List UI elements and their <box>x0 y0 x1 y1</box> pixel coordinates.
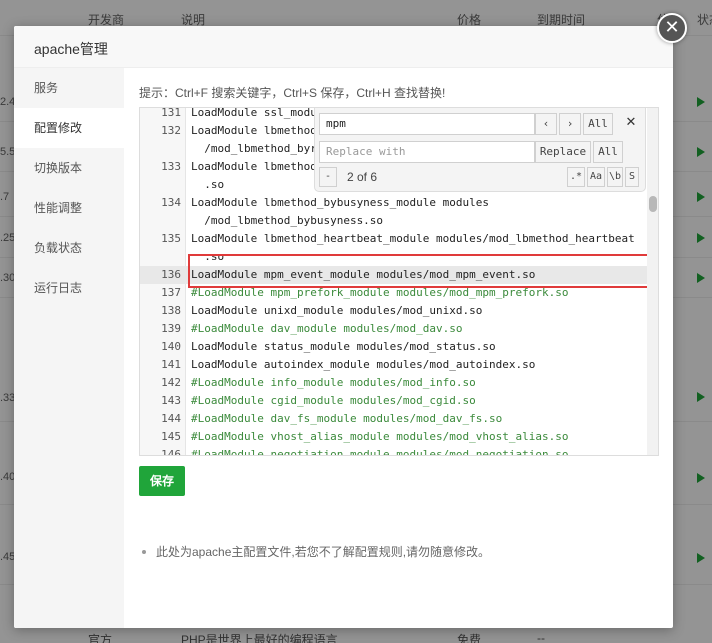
chevron-left-icon[interactable]: ‹ <box>535 113 557 135</box>
line-number: 141 <box>161 358 181 371</box>
editor-line[interactable]: /mod_lbmethod_bybusyness.so <box>140 212 648 230</box>
line-number: 139 <box>161 322 181 335</box>
line-number: 138 <box>161 304 181 317</box>
line-number: 134 <box>161 196 181 209</box>
code-editor[interactable]: 131 LoadModule ssl_module 132 LoadModule lb… <box>139 107 659 456</box>
code-text[interactable]: .so <box>191 176 224 194</box>
config-note: 此处为apache主配置文件,若您不了解配置规则,请勿随意修改。 <box>139 543 490 560</box>
save-button[interactable]: 保存 <box>139 466 185 496</box>
regex-toggle[interactable]: .* <box>567 167 585 187</box>
line-number: 136 <box>161 268 181 281</box>
code-text[interactable]: #LoadModule dav_fs_module modules/mod_da… <box>191 410 502 428</box>
code-text[interactable]: #LoadModule negotiation_module modules/m… <box>191 446 569 455</box>
search-input[interactable]: mpm <box>319 113 535 135</box>
editor-line[interactable]: 138 LoadModule unixd_module modules/mod_u… <box>140 302 648 320</box>
scrollbar-thumb[interactable] <box>649 196 657 212</box>
whole-word-toggle[interactable]: \b <box>607 167 623 187</box>
apache-manager-dialog: apache管理 服务 配置修改 切换版本 性能调整 负载状态 运行日志 提示：… <box>14 26 673 628</box>
config-content: 提示：Ctrl+F 搜索关键字，Ctrl+S 保存，Ctrl+H 查找替换! 1… <box>139 68 673 628</box>
editor-line[interactable]: 142 #LoadModule info_module modules/mod_i… <box>140 374 648 392</box>
editor-line[interactable]: 141 LoadModule autoindex_module modules/m… <box>140 356 648 374</box>
code-text[interactable]: LoadModule ssl_module <box>191 108 330 122</box>
line-number: 140 <box>161 340 181 353</box>
line-number: 146 <box>161 448 181 456</box>
code-text[interactable]: LoadModule mpm_event_module modules/mod_… <box>191 266 535 284</box>
dialog-title: apache管理 <box>34 41 108 57</box>
code-text[interactable]: LoadModule lbmethod_bybusyness_module mo… <box>191 194 489 212</box>
replace-button[interactable]: Replace <box>535 141 591 163</box>
sidebar-item-switch-version[interactable]: 切换版本 <box>14 148 124 188</box>
code-text[interactable]: #LoadModule cgid_module modules/mod_cgid… <box>191 392 476 410</box>
code-text[interactable]: #LoadModule dav_module modules/mod_dav.s… <box>191 320 463 338</box>
line-number: 132 <box>161 124 181 137</box>
code-text[interactable]: LoadModule unixd_module modules/mod_unix… <box>191 302 482 320</box>
replace-input[interactable]: Replace with <box>319 141 535 163</box>
sidebar-item-service[interactable]: 服务 <box>14 68 124 108</box>
editor-line[interactable]: .so <box>140 248 648 266</box>
bullet-icon <box>142 549 146 554</box>
line-number: 145 <box>161 430 181 443</box>
code-text[interactable]: #LoadModule info_module modules/mod_info… <box>191 374 476 392</box>
line-number: 135 <box>161 232 181 245</box>
dialog-sidebar: 服务 配置修改 切换版本 性能调整 负载状态 运行日志 <box>14 68 124 628</box>
editor-line[interactable]: 134 LoadModule lbmethod_bybusyness_module… <box>140 194 648 212</box>
close-icon[interactable]: ✕ <box>621 113 641 133</box>
code-text[interactable]: LoadModule status_module modules/mod_sta… <box>191 338 496 356</box>
shortcut-tip: 提示：Ctrl+F 搜索关键字，Ctrl+S 保存，Ctrl+H 查找替换! <box>139 86 446 100</box>
code-text[interactable]: LoadModule lbmethod_heartbeat_module mod… <box>191 230 635 248</box>
note-text: 此处为apache主配置文件,若您不了解配置规则,请勿随意修改。 <box>156 545 491 559</box>
editor-line[interactable]: 140 LoadModule status_module modules/mod_… <box>140 338 648 356</box>
line-number: 131 <box>161 107 181 119</box>
editor-line[interactable]: 135 LoadModule lbmethod_heartbeat_module … <box>140 230 648 248</box>
sidebar-item-performance[interactable]: 性能调整 <box>14 188 124 228</box>
editor-line[interactable]: 137 #LoadModule mpm_prefork_module module… <box>140 284 648 302</box>
code-text[interactable]: #LoadModule mpm_prefork_module modules/m… <box>191 284 569 302</box>
editor-line[interactable]: 143 #LoadModule cgid_module modules/mod_c… <box>140 392 648 410</box>
editor-line[interactable]: 146 #LoadModule negotiation_module module… <box>140 446 648 456</box>
replace-all-button[interactable]: All <box>593 141 623 163</box>
close-icon[interactable]: ✕ <box>657 13 687 43</box>
line-number: 133 <box>161 160 181 173</box>
find-all-button[interactable]: All <box>583 113 613 135</box>
chevron-right-icon[interactable]: › <box>559 113 581 135</box>
sidebar-item-config[interactable]: 配置修改 <box>14 108 124 148</box>
editor-line[interactable]: 139 #LoadModule dav_module modules/mod_da… <box>140 320 648 338</box>
case-sensitive-toggle[interactable]: Aa <box>587 167 605 187</box>
editor-line[interactable]: 136 LoadModule mpm_event_module modules/m… <box>140 266 648 284</box>
line-number: 142 <box>161 376 181 389</box>
line-number: 144 <box>161 412 181 425</box>
line-number: 137 <box>161 286 181 299</box>
search-in-selection-toggle[interactable]: S <box>625 167 639 187</box>
search-replace-panel: mpm ‹ › All ✕ Replace with Replace All -… <box>314 108 646 192</box>
sidebar-item-logs[interactable]: 运行日志 <box>14 268 124 308</box>
code-text[interactable]: LoadModule autoindex_module modules/mod_… <box>191 356 535 374</box>
code-text[interactable]: /mod_lbmethod_bybusyness.so <box>191 212 383 230</box>
editor-scrollbar[interactable] <box>647 108 658 455</box>
sidebar-item-load-status[interactable]: 负载状态 <box>14 228 124 268</box>
collapse-button[interactable]: - <box>319 167 337 187</box>
editor-line[interactable]: 145 #LoadModule vhost_alias_module module… <box>140 428 648 446</box>
line-number: 143 <box>161 394 181 407</box>
match-counter: 2 of 6 <box>347 170 378 184</box>
code-text[interactable]: #LoadModule vhost_alias_module modules/m… <box>191 428 569 446</box>
code-text[interactable]: .so <box>191 248 224 266</box>
dialog-title-bar: apache管理 <box>14 26 673 68</box>
editor-line[interactable]: 144 #LoadModule dav_fs_module modules/mod… <box>140 410 648 428</box>
